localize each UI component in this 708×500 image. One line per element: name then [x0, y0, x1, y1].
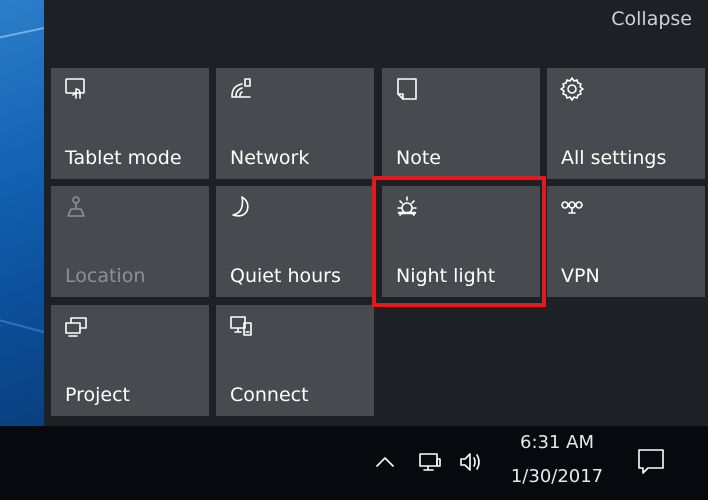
tile-all-settings[interactable]: All settings	[547, 68, 705, 179]
clock-time[interactable]: 6:31 AM	[516, 432, 598, 453]
network-icon[interactable]	[416, 448, 444, 476]
collapse-link[interactable]: Collapse	[611, 8, 692, 30]
desktop-wallpaper	[0, 0, 44, 426]
location-icon	[63, 194, 89, 220]
tile-label: Quiet hours	[230, 265, 341, 287]
tile-label: Project	[65, 384, 131, 406]
tile-label: Tablet mode	[65, 147, 182, 169]
tile-label: Connect	[230, 384, 309, 406]
tile-label: VPN	[561, 265, 600, 287]
project-icon	[63, 313, 89, 339]
tile-location[interactable]: Location	[51, 186, 209, 297]
clock-date[interactable]: 1/30/2017	[506, 466, 608, 487]
tile-project[interactable]: Project	[51, 305, 209, 416]
vpn-icon	[559, 194, 585, 220]
note-icon	[394, 76, 420, 102]
tile-connect[interactable]: Connect	[216, 305, 374, 416]
tile-label: Location	[65, 265, 146, 287]
tile-note[interactable]: Note	[382, 68, 540, 179]
tile-tablet-mode[interactable]: Tablet mode	[51, 68, 209, 179]
gear-icon	[559, 76, 585, 102]
tile-label: Note	[396, 147, 441, 169]
tablet-mode-icon	[63, 76, 89, 102]
tile-label: All settings	[561, 147, 667, 169]
tile-quiet-hours[interactable]: Quiet hours	[216, 186, 374, 297]
taskbar: 6:31 AM 1/30/2017	[0, 426, 708, 500]
notification-icon[interactable]	[634, 444, 668, 478]
chevron-up-icon[interactable]	[371, 448, 399, 476]
tile-vpn[interactable]: VPN	[547, 186, 705, 297]
volume-icon[interactable]	[457, 448, 485, 476]
tile-label: Network	[230, 147, 310, 169]
tile-network[interactable]: Network	[216, 68, 374, 179]
moon-icon	[228, 194, 254, 220]
connect-icon	[228, 313, 254, 339]
night-light-highlight-box	[372, 176, 546, 307]
network-icon	[228, 76, 254, 102]
